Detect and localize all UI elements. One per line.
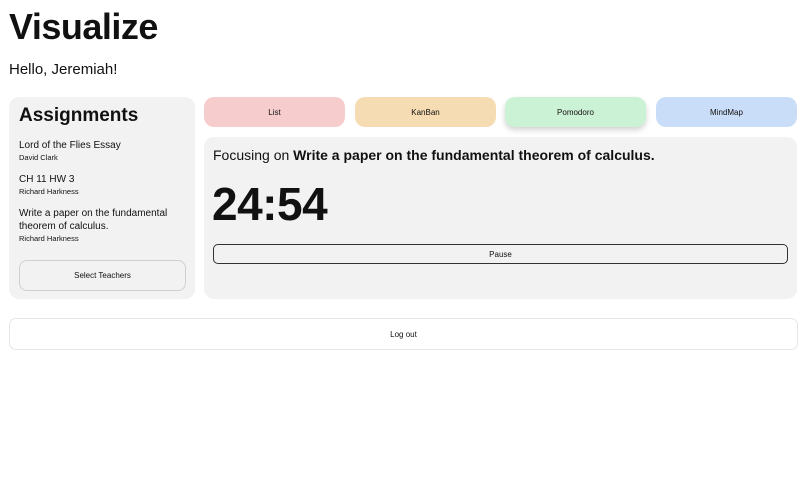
assignment-title: Write a paper on the fundamental theorem…: [19, 208, 168, 232]
greeting: Hello, Jeremiah!: [9, 61, 118, 78]
app-title: Visualize: [9, 6, 158, 47]
assignment-teacher: Richard Harkness: [19, 234, 79, 243]
focus-line: Focusing on Write a paper on the fundame…: [213, 147, 655, 164]
assignments-heading: Assignments: [19, 105, 139, 126]
pause-button[interactable]: Pause: [213, 244, 788, 264]
select-teachers-button[interactable]: Select Teachers: [19, 260, 186, 291]
assignment-teacher: David Clark: [19, 153, 58, 162]
focus-prefix: Focusing on: [213, 147, 290, 163]
tab-kanban[interactable]: KanBan: [355, 97, 496, 127]
focus-task: Write a paper on the fundamental theorem…: [293, 147, 655, 163]
tab-pomodoro[interactable]: Pomodoro: [505, 97, 646, 127]
assignment-teacher: Richard Harkness: [19, 187, 79, 196]
tab-list[interactable]: List: [204, 97, 345, 127]
tab-mindmap[interactable]: MindMap: [656, 97, 797, 127]
assignment-title: CH 11 HW 3: [19, 174, 75, 185]
logout-button[interactable]: Log out: [9, 318, 798, 350]
pomodoro-panel: Focusing on Write a paper on the fundame…: [204, 137, 797, 299]
assignments-panel: Assignments Lord of the Flies Essay Davi…: [9, 97, 195, 299]
assignment-item[interactable]: CH 11 HW 3 Richard Harkness: [19, 173, 187, 197]
assignment-title: Lord of the Flies Essay: [19, 140, 121, 151]
assignment-item[interactable]: Lord of the Flies Essay David Clark: [19, 139, 187, 163]
assignment-item[interactable]: Write a paper on the fundamental theorem…: [19, 207, 187, 244]
timer-display: 24:54: [212, 178, 328, 230]
